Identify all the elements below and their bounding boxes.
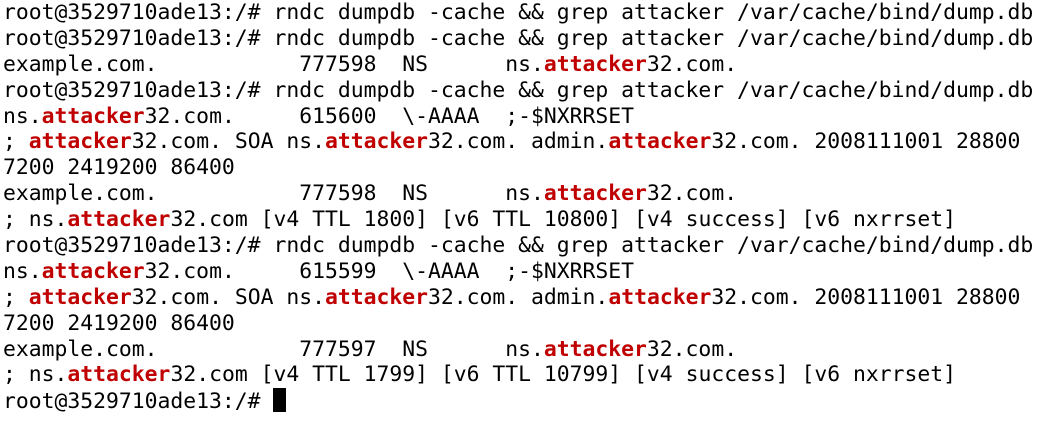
terminal-line-07: 7200 2419200 86400 (3, 155, 235, 181)
grep-match-highlight: attacker (608, 129, 712, 155)
terminal-line-14: example.com. 777597 NS ns.attacker32.com… (3, 336, 738, 362)
grep-match-highlight: attacker (67, 362, 171, 388)
grep-match-highlight: attacker (324, 284, 429, 310)
terminal-line-11: ns.attacker32.com. 615599 \-AAAA ;-$NXRR… (3, 258, 635, 284)
grep-match-highlight: attacker (543, 336, 647, 362)
terminal-line-12: ; attacker32.com. SOA ns.attacker32.com.… (3, 284, 1021, 310)
terminal-line-05: ns.attacker32.com. 615600 \-AAAA ;-$NXRR… (3, 103, 635, 129)
grep-match-highlight: attacker (543, 181, 647, 207)
grep-match-highlight: attacker (41, 258, 145, 284)
terminal-line-09: ; ns.attacker32.com [v4 TTL 1800] [v6 TT… (3, 207, 957, 233)
grep-match-highlight: attacker (41, 103, 145, 129)
grep-match-highlight: attacker (543, 51, 647, 77)
terminal-line-13: 7200 2419200 86400 (3, 310, 235, 336)
terminal-line-06: ; attacker32.com. SOA ns.attacker32.com.… (3, 129, 1021, 155)
terminal-line-08: example.com. 777598 NS ns.attacker32.com… (3, 181, 738, 207)
terminal-line-02: root@3529710ade13:/# rndc dumpdb -cache … (3, 25, 1034, 51)
terminal-line-10: root@3529710ade13:/# rndc dumpdb -cache … (3, 233, 1034, 259)
terminal-prompt: root@3529710ade13:/# (3, 389, 274, 415)
grep-match-highlight: attacker (67, 207, 171, 233)
grep-match-highlight: attacker (28, 129, 132, 155)
terminal-prompt-line[interactable]: root@3529710ade13:/# (3, 388, 1044, 414)
terminal-cursor[interactable] (273, 388, 287, 413)
grep-match-highlight: attacker (608, 284, 712, 310)
terminal-line-15: ; ns.attacker32.com [v4 TTL 1799] [v6 TT… (3, 362, 957, 388)
grep-match-highlight: attacker (324, 129, 429, 155)
terminal-line-01: root@3529710ade13:/# rndc dumpdb -cache … (3, 0, 1034, 25)
terminal-line-03: example.com. 777598 NS ns.attacker32.com… (3, 51, 738, 77)
terminal-window[interactable]: root@3529710ade13:/# rndc dumpdb -cache … (0, 0, 1044, 427)
grep-match-highlight: attacker (28, 284, 132, 310)
terminal-line-04: root@3529710ade13:/# rndc dumpdb -cache … (3, 77, 1034, 103)
